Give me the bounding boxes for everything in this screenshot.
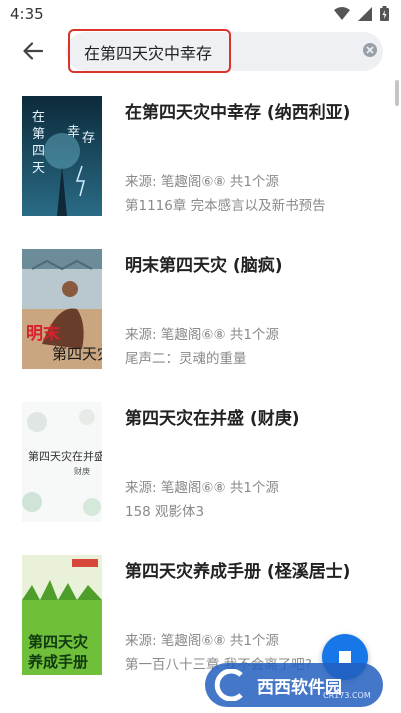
book-latest-chapter: 158 观影体3 — [125, 504, 205, 520]
svg-text:天: 天 — [32, 161, 45, 176]
svg-text:第: 第 — [32, 127, 45, 142]
book-cover: 在 第 四 天 幸 存 — [22, 96, 102, 216]
svg-text:养成手册: 养成手册 — [27, 653, 88, 671]
book-source: 来源: 笔趣阁⑥⑧ 共1个源 — [125, 633, 279, 649]
stop-icon — [339, 651, 351, 663]
search-input[interactable] — [84, 40, 324, 64]
book-cover: 第四天灾 养成手册 — [22, 555, 102, 675]
svg-text:第四天灾: 第四天灾 — [28, 633, 89, 651]
book-cover: 第四天灾在并盛 财庚 — [22, 402, 102, 522]
watermark-subtext: CR173.COM — [323, 691, 371, 700]
status-icons — [334, 6, 389, 21]
back-arrow-icon — [23, 42, 43, 60]
book-source: 来源: 笔趣阁⑥⑧ 共1个源 — [125, 174, 279, 190]
clear-search-button[interactable] — [363, 43, 377, 57]
svg-text:幸: 幸 — [67, 125, 80, 140]
book-title: 在第四天灾中幸存 (纳西利亚) — [125, 103, 351, 123]
svg-text:在: 在 — [32, 110, 45, 125]
book-source: 来源: 笔趣阁⑥⑧ 共1个源 — [125, 480, 279, 496]
book-title: 第四天灾在并盛 (财庚) — [125, 409, 300, 429]
watermark-logo-icon — [214, 669, 243, 701]
book-latest-chapter: 尾声二：灵魂的重量 — [125, 351, 247, 367]
battery-icon — [380, 6, 389, 21]
signal-icon — [358, 6, 372, 21]
svg-text:财庚: 财庚 — [74, 466, 90, 476]
wifi-icon — [334, 7, 350, 20]
watermark: 西西软件园 CR173.COM — [205, 663, 383, 707]
close-icon — [366, 46, 374, 54]
book-item[interactable]: 第四天灾在并盛 财庚 第四天灾在并盛 (财庚) 来源: 笔趣阁⑥⑧ 共1个源 1… — [0, 394, 401, 547]
book-latest-chapter: 第1116章 完本感言以及新书预告 — [125, 198, 326, 214]
svg-text:第四天灾: 第四天灾 — [52, 345, 102, 363]
search-bar — [0, 28, 401, 76]
back-button[interactable] — [18, 36, 48, 66]
book-item[interactable]: 在 第 四 天 幸 存 在第四天灾中幸存 (纳西利亚) 来源: 笔趣阁⑥⑧ 共1… — [0, 88, 401, 241]
svg-text:第四天灾在并盛: 第四天灾在并盛 — [28, 449, 102, 463]
book-cover: 明末 第四天灾 — [22, 249, 102, 369]
svg-text:明末: 明末 — [26, 323, 61, 344]
book-list: 在 第 四 天 幸 存 在第四天灾中幸存 (纳西利亚) 来源: 笔趣阁⑥⑧ 共1… — [0, 88, 401, 700]
status-bar: 4:35 — [0, 0, 401, 28]
book-source: 来源: 笔趣阁⑥⑧ 共1个源 — [125, 327, 279, 343]
book-title: 明末第四天灾 (脑疯) — [125, 256, 283, 276]
book-title: 第四天灾养成手册 (柽溪居士) — [125, 562, 351, 582]
svg-text:存: 存 — [82, 131, 95, 146]
book-item[interactable]: 明末 第四天灾 明末第四天灾 (脑疯) 来源: 笔趣阁⑥⑧ 共1个源 尾声二：灵… — [0, 241, 401, 394]
svg-text:四: 四 — [32, 144, 45, 159]
status-time: 4:35 — [10, 5, 44, 23]
